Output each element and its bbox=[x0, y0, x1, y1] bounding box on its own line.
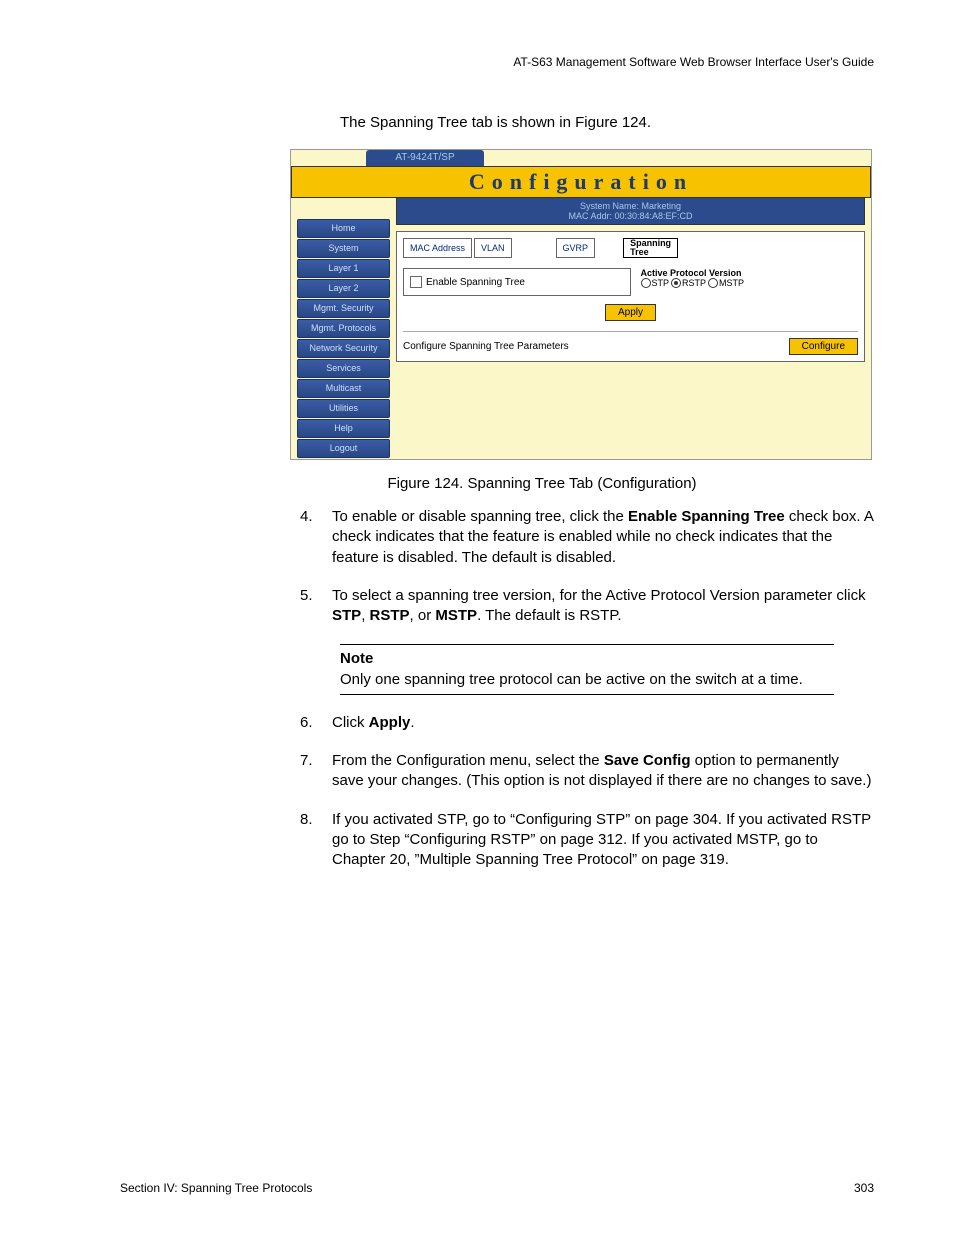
radio-stp[interactable]: STP bbox=[641, 278, 670, 288]
tab-vlan[interactable]: VLAN bbox=[474, 238, 512, 258]
note-label: Note bbox=[340, 649, 834, 669]
figure-screenshot: AT-9424T/SP Configuration Home System La… bbox=[290, 149, 874, 460]
page-header: AT-S63 Management Software Web Browser I… bbox=[120, 55, 874, 69]
active-protocol-title: Active Protocol Version bbox=[641, 268, 855, 278]
system-name: System Name: Marketing bbox=[397, 201, 864, 211]
sidebar-item-home[interactable]: Home bbox=[297, 219, 390, 238]
mac-address: MAC Addr: 00:30:84:A8:EF:CD bbox=[397, 211, 864, 221]
system-info: System Name: Marketing MAC Addr: 00:30:8… bbox=[396, 198, 865, 225]
tab-gvrp[interactable]: GVRP bbox=[556, 238, 596, 258]
step-4: 4. To enable or disable spanning tree, c… bbox=[300, 507, 874, 568]
enable-spanning-tree-field: Enable Spanning Tree bbox=[403, 268, 631, 296]
tab-spanning-tree[interactable]: Spanning Tree bbox=[623, 238, 678, 258]
sidebar: Home System Layer 1 Layer 2 Mgmt. Securi… bbox=[291, 198, 396, 459]
step-6: 6. Click Apply. bbox=[300, 713, 874, 733]
footer-section: Section IV: Spanning Tree Protocols bbox=[120, 1181, 312, 1195]
radio-mstp[interactable]: MSTP bbox=[708, 278, 744, 288]
sidebar-item-services[interactable]: Services bbox=[297, 359, 390, 378]
figure-caption: Figure 124. Spanning Tree Tab (Configura… bbox=[210, 475, 874, 492]
enable-spanning-tree-checkbox[interactable] bbox=[410, 276, 422, 288]
sidebar-item-mgmt-security[interactable]: Mgmt. Security bbox=[297, 299, 390, 318]
configure-params-label: Configure Spanning Tree Parameters bbox=[403, 341, 569, 352]
footer-page-number: 303 bbox=[854, 1181, 874, 1195]
tab-mac-address[interactable]: MAC Address bbox=[403, 238, 472, 258]
step-5: 5. To select a spanning tree version, fo… bbox=[300, 586, 874, 627]
sidebar-item-layer1[interactable]: Layer 1 bbox=[297, 259, 390, 278]
sidebar-item-help[interactable]: Help bbox=[297, 419, 390, 438]
config-title: Configuration bbox=[291, 166, 871, 198]
model-tab: AT-9424T/SP bbox=[366, 150, 484, 166]
step-7: 7. From the Configuration menu, select t… bbox=[300, 751, 874, 792]
sidebar-item-network-security[interactable]: Network Security bbox=[297, 339, 390, 358]
note-box: Note Only one spanning tree protocol can… bbox=[340, 644, 834, 695]
note-body: Only one spanning tree protocol can be a… bbox=[340, 670, 834, 690]
sidebar-item-multicast[interactable]: Multicast bbox=[297, 379, 390, 398]
intro-text: The Spanning Tree tab is shown in Figure… bbox=[340, 114, 874, 131]
enable-spanning-tree-label: Enable Spanning Tree bbox=[426, 277, 525, 288]
sidebar-item-system[interactable]: System bbox=[297, 239, 390, 258]
apply-button[interactable]: Apply bbox=[605, 304, 656, 321]
radio-rstp[interactable]: RSTP bbox=[671, 278, 706, 288]
sidebar-item-utilities[interactable]: Utilities bbox=[297, 399, 390, 418]
configure-button[interactable]: Configure bbox=[789, 338, 858, 355]
sidebar-item-logout[interactable]: Logout bbox=[297, 439, 390, 458]
sidebar-item-mgmt-protocols[interactable]: Mgmt. Protocols bbox=[297, 319, 390, 338]
step-8: 8. If you activated STP, go to “Configur… bbox=[300, 810, 874, 871]
sidebar-item-layer2[interactable]: Layer 2 bbox=[297, 279, 390, 298]
